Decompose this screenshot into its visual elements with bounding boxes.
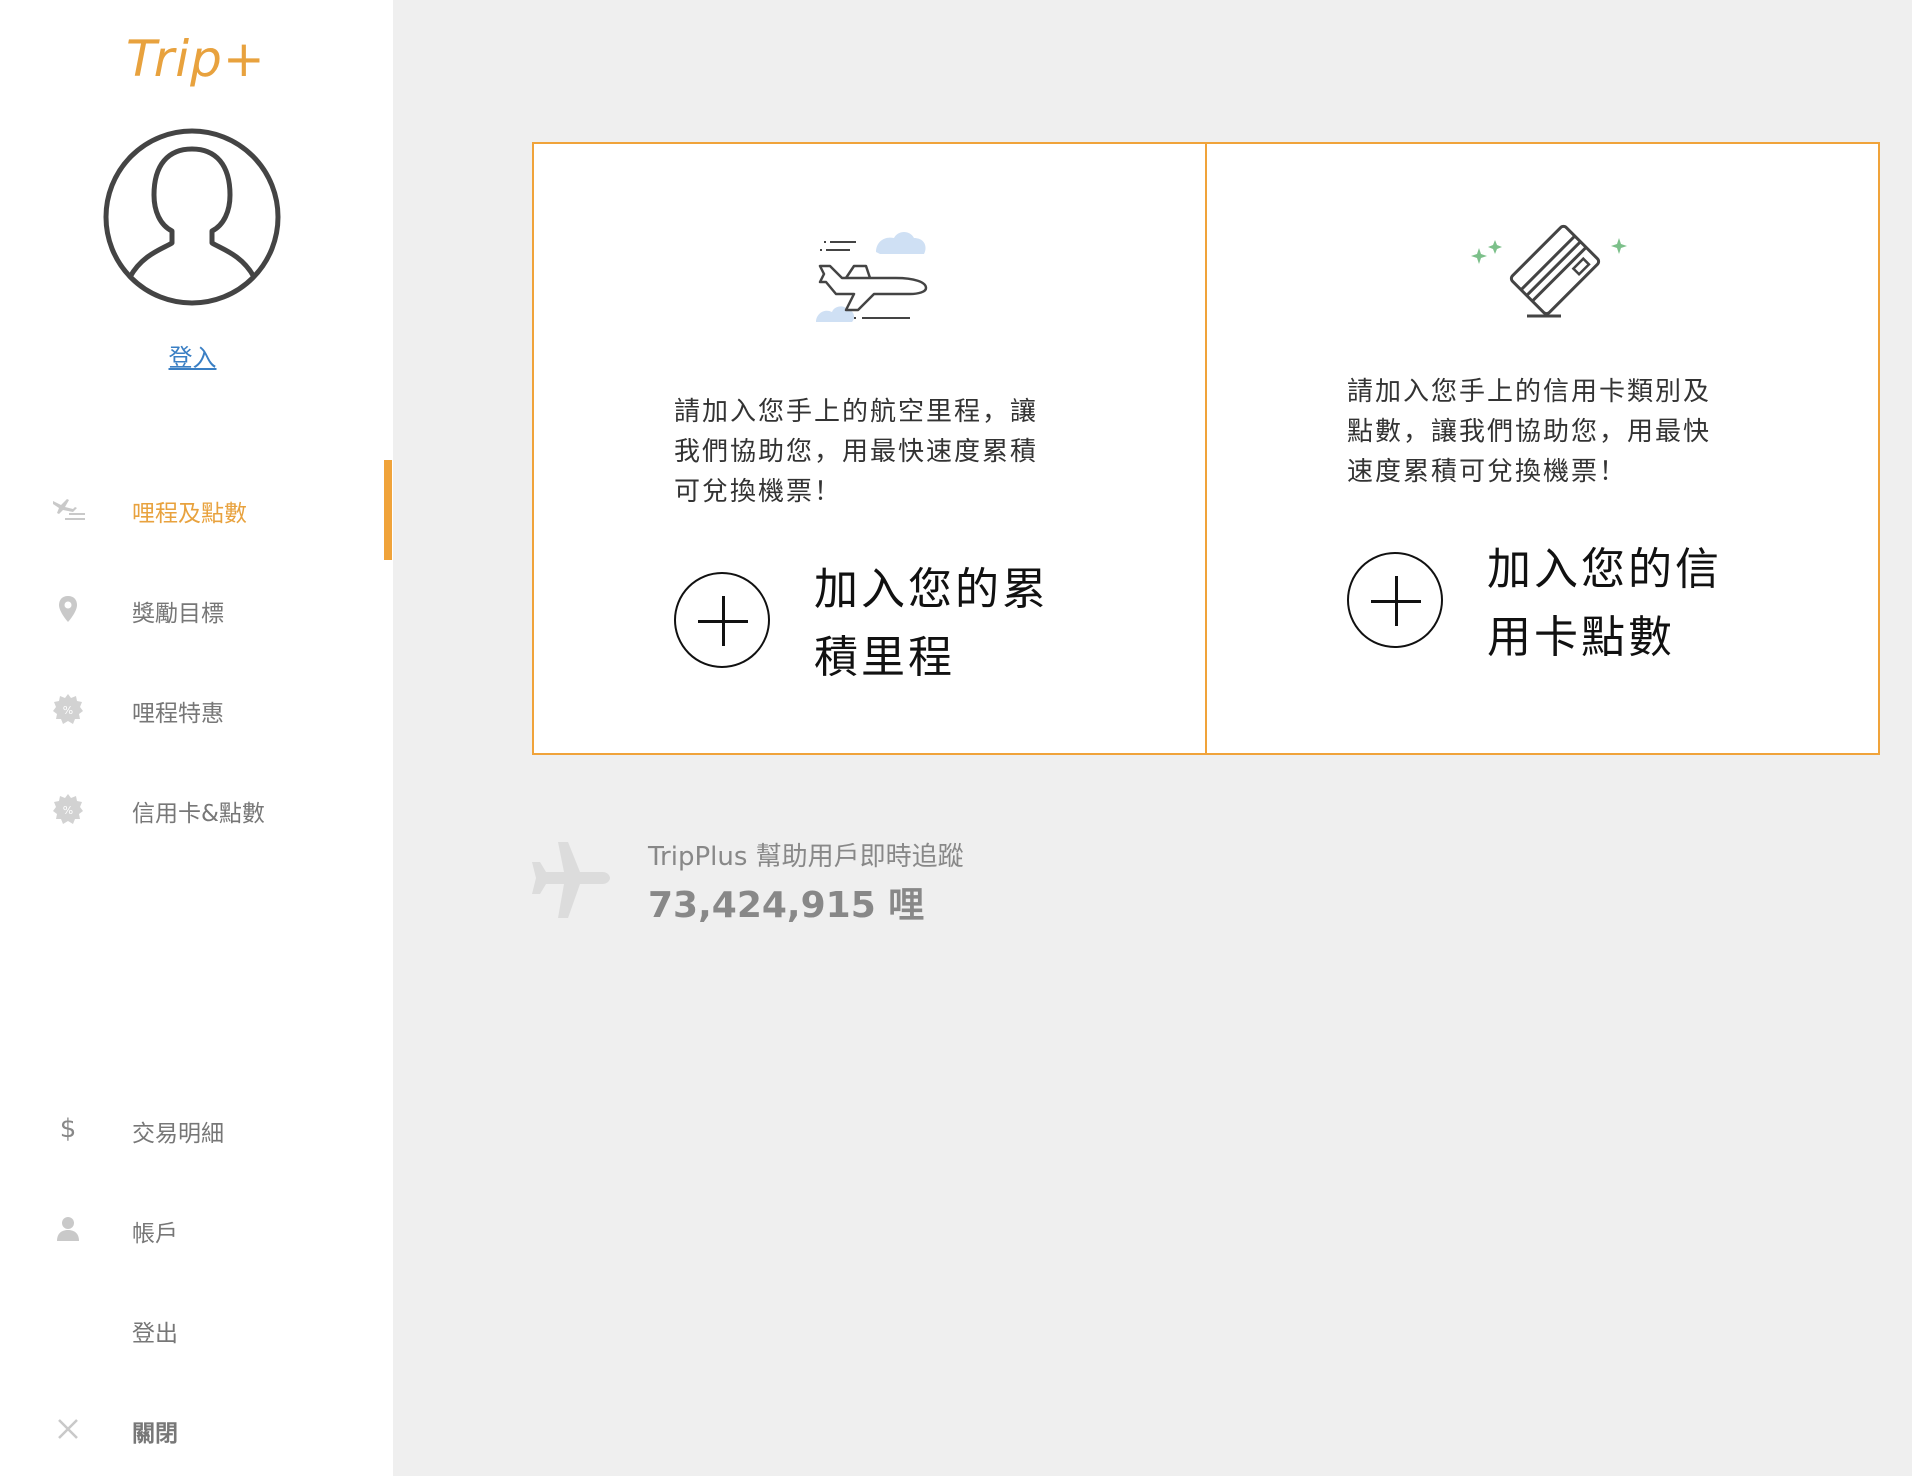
add-miles-card[interactable]: 請加入您手上的航空里程，讓 我們協助您，用最快速度累積 可兌換機票！ 加入您的累…: [532, 142, 1207, 755]
nav-item-credit-cards-points[interactable]: % 信用卡&點數: [0, 779, 393, 839]
nav-item-miles-points[interactable]: 哩程及點數: [0, 479, 393, 539]
active-nav-indicator: [384, 460, 392, 560]
location-pin-icon: [50, 593, 86, 625]
stats-caption: TripPlus 幫助用戶即時追蹤: [648, 842, 964, 872]
nav-item-reward-goals[interactable]: 獎勵目標: [0, 579, 393, 639]
nav-item-mileage-deals[interactable]: % 哩程特惠: [0, 679, 393, 739]
credit-card-description: 請加入您手上的信用卡類別及 點數，讓我們協助您，用最快 速度累積可兌換機票！: [1347, 377, 1712, 487]
nav-item-account[interactable]: 帳戶: [0, 1199, 393, 1259]
user-icon: [50, 1213, 86, 1245]
avatar-placeholder-icon: [103, 128, 281, 306]
nav-label: 登出: [132, 1321, 178, 1347]
nav-label: 交易明細: [132, 1121, 224, 1147]
add-miles-label[interactable]: 加入您的累 積里程: [814, 556, 1049, 692]
tripplus-logo[interactable]: Trip+: [126, 30, 266, 90]
nav-item-transactions[interactable]: $ 交易明細: [0, 1099, 393, 1159]
nav-item-close[interactable]: 關閉: [0, 1399, 393, 1459]
add-credit-card-card[interactable]: 請加入您手上的信用卡類別及 點數，讓我們協助您，用最快 速度累積可兌換機票！ 加…: [1205, 142, 1880, 755]
nav-label: 獎勵目標: [132, 601, 224, 627]
logo-text: Trip+: [126, 30, 266, 88]
add-miles-button[interactable]: [674, 572, 770, 668]
nav-label: 關閉: [132, 1421, 178, 1447]
add-cards-container: 請加入您手上的航空里程，讓 我們協助您，用最快速度累積 可兌換機票！ 加入您的累…: [532, 142, 1880, 755]
svg-text:%: %: [63, 704, 73, 717]
add-credit-card-label[interactable]: 加入您的信 用卡點數: [1487, 536, 1722, 672]
miles-card-description: 請加入您手上的航空里程，讓 我們協助您，用最快速度累積 可兌換機票！: [674, 397, 1039, 507]
close-icon: [50, 1413, 86, 1445]
sidebar: Trip+ 登入 哩程及點數 獎勵目標 % 哩程特惠 % 信用卡&點數 $ 交易…: [0, 0, 393, 1476]
dollar-icon: $: [59, 1114, 77, 1144]
nav-label: 帳戶: [132, 1221, 178, 1247]
nav-label: 哩程及點數: [132, 501, 247, 527]
discount-badge-icon: %: [50, 693, 86, 725]
app-root: Trip+ 登入 哩程及點數 獎勵目標 % 哩程特惠 % 信用卡&點數 $ 交易…: [0, 0, 1912, 1476]
discount-badge-icon: %: [50, 793, 86, 825]
nav-label: 信用卡&點數: [132, 801, 265, 827]
nav-label: 哩程特惠: [132, 701, 224, 727]
svg-text:%: %: [63, 804, 73, 817]
mileage-stats: TripPlus 幫助用戶即時追蹤 73,424,915 哩: [530, 836, 1130, 936]
stats-value: 73,424,915 哩: [648, 885, 925, 926]
plane-list-icon: [50, 493, 86, 525]
add-credit-card-button[interactable]: [1347, 552, 1443, 648]
airplane-icon: [532, 842, 610, 918]
credit-card-sparkle-icon: [1471, 224, 1627, 318]
airplane-clouds-icon: [816, 232, 928, 322]
login-link[interactable]: 登入: [0, 338, 385, 373]
nav-item-logout[interactable]: 登出: [0, 1299, 393, 1359]
